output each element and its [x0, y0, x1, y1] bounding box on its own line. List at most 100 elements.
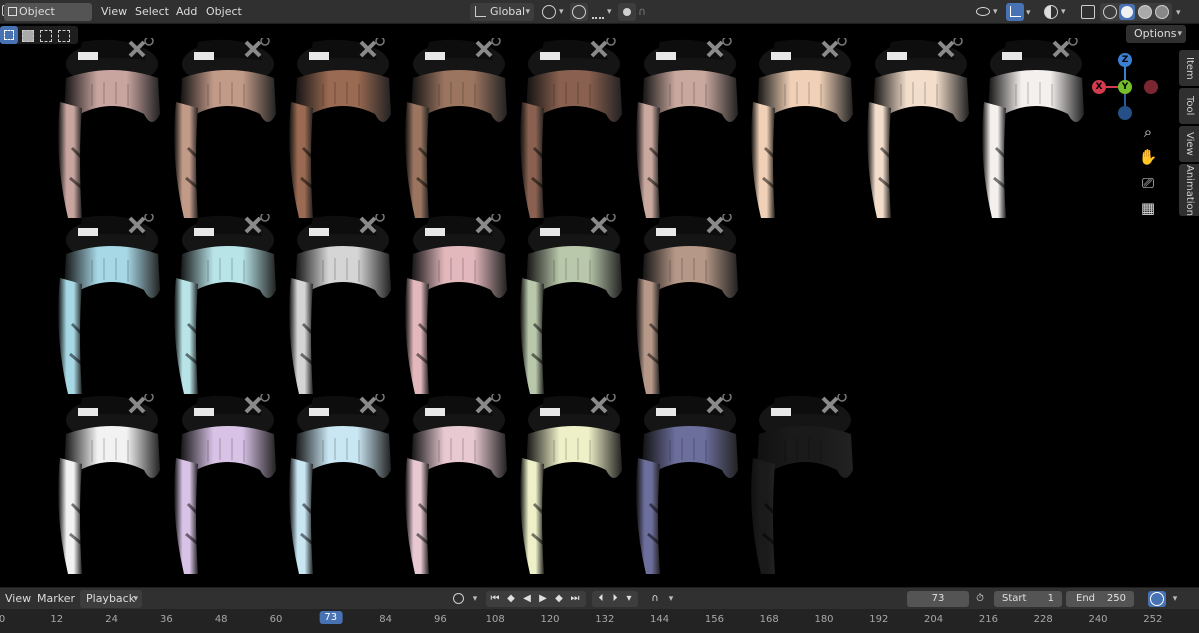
hair-model[interactable] [168, 36, 280, 220]
hair-model[interactable] [514, 36, 626, 220]
chevron-down-icon: ▾ [1026, 8, 1031, 18]
options-dropdown[interactable]: Options ▾ [1126, 25, 1186, 43]
snap-target-dropdown[interactable]: ▾ [590, 3, 616, 21]
hair-model-graphic [58, 392, 160, 574]
keying-dropdown[interactable]: ▾ [468, 592, 482, 606]
sidebar-tab-view[interactable]: View [1179, 126, 1199, 162]
stopwatch-icon[interactable]: ⏱ [973, 592, 987, 606]
timeline-menu-marker[interactable]: Marker [37, 590, 75, 608]
menu-select[interactable]: Select [135, 3, 169, 21]
play-reverse-icon[interactable]: ◀ [520, 592, 534, 606]
snap-toggle[interactable] [570, 3, 588, 21]
3d-viewport[interactable]: Options ▾ Z X Y ⌕ ✋ ⎚ ▦ Item Tool View A… [0, 24, 1199, 586]
camera-icon[interactable]: ⎚ [1137, 172, 1159, 194]
jump-start-icon[interactable]: ⏮ [488, 592, 502, 606]
wireframe-shading-icon[interactable] [1103, 5, 1117, 19]
falloff-dropdown[interactable]: ∩ [638, 3, 660, 21]
hair-model[interactable] [283, 36, 395, 220]
timeline-tick-label: 168 [759, 614, 779, 625]
timeline-ruler[interactable]: 0 12 24 36 48 60 73 84 96 108 120 132 144 156 168 180 19… [0, 609, 1199, 633]
hair-model[interactable] [745, 392, 857, 576]
gizmo-toggle[interactable] [1006, 3, 1024, 21]
hair-model[interactable] [514, 212, 626, 396]
menu-object[interactable]: Object [206, 3, 242, 21]
menu-view[interactable]: View [101, 3, 127, 21]
hair-model[interactable] [630, 392, 742, 576]
playback-dropdown[interactable]: Playback ▾ [80, 590, 142, 608]
shading-dropdown[interactable]: ▾ [1176, 3, 1186, 21]
timeline-tick-label: 216 [978, 614, 998, 625]
hair-model[interactable] [630, 36, 742, 220]
next-frame-icon[interactable]: ⏵ [608, 592, 622, 606]
start-frame-field[interactable]: Start 1 [994, 591, 1062, 607]
prev-frame-icon[interactable]: ⏴ [594, 592, 608, 606]
gizmo-dropdown[interactable]: ▾ [1026, 3, 1036, 21]
hair-model[interactable] [168, 392, 280, 576]
timeline-tick-label: 24 [105, 614, 118, 625]
hair-model[interactable] [861, 36, 973, 220]
pivot-point-button[interactable]: ▾ [540, 3, 568, 21]
select-extend-icon[interactable] [22, 30, 34, 42]
xray-toggle[interactable] [1080, 3, 1096, 21]
next-keyframe-icon[interactable]: ◆ [552, 592, 566, 606]
current-frame-field[interactable]: 73 [907, 591, 969, 607]
zoom-icon[interactable]: ⌕ [1137, 121, 1159, 143]
hair-model[interactable] [399, 392, 511, 576]
playback-label: Playback [86, 592, 136, 605]
hair-model[interactable] [976, 36, 1088, 220]
hair-model[interactable] [630, 212, 742, 396]
solid-shading-icon[interactable] [1119, 4, 1135, 20]
hair-model[interactable] [52, 392, 164, 576]
eye-icon [976, 7, 990, 16]
hand-pan-icon[interactable]: ✋ [1137, 146, 1159, 168]
material-shading-icon[interactable] [1138, 5, 1152, 19]
auto-keying-button[interactable] [452, 592, 466, 606]
hair-model-graphic [404, 392, 507, 574]
select-new-icon[interactable] [0, 26, 18, 44]
x-axis-handle[interactable]: X [1092, 80, 1106, 94]
menu-add[interactable]: Add [176, 3, 197, 21]
prev-keyframe-icon[interactable]: ◆ [504, 592, 518, 606]
hair-model[interactable] [168, 212, 280, 396]
play-icon[interactable]: ▶ [536, 592, 550, 606]
hair-model-graphic [520, 36, 622, 218]
rendered-shading-icon[interactable] [1155, 5, 1169, 19]
navigation-gizmo[interactable]: Z X Y [1090, 52, 1162, 124]
sidebar-tab-tool[interactable]: Tool [1179, 88, 1199, 124]
start-value: 1 [1047, 593, 1054, 604]
select-subtract-icon[interactable] [40, 30, 52, 42]
hair-model[interactable] [399, 36, 511, 220]
hair-model[interactable] [399, 212, 511, 396]
tab-label-animation: Animation [1184, 164, 1195, 216]
sidebar-tab-animation[interactable]: Animation [1179, 164, 1199, 216]
end-frame-field[interactable]: End 250 [1066, 591, 1134, 607]
hair-model[interactable] [283, 212, 395, 396]
hair-model[interactable] [514, 392, 626, 576]
proportional-edit-toggle[interactable] [618, 3, 636, 21]
hair-model-graphic [751, 36, 853, 218]
hair-model[interactable] [283, 392, 395, 576]
timeline-gizmo-toggle[interactable] [1148, 591, 1166, 607]
timeline-menu-view[interactable]: View [5, 590, 31, 608]
grid-icon[interactable]: ▦ [1137, 197, 1159, 219]
overlays-toggle[interactable]: ▾ [1042, 3, 1070, 21]
neg-x-axis-handle[interactable] [1144, 80, 1158, 94]
playhead-frame-indicator[interactable]: 73 [319, 611, 343, 624]
visibility-dropdown[interactable]: ▾ [974, 3, 1002, 21]
timeline-tick-label: 108 [485, 614, 505, 625]
mode-dropdown[interactable]: Object Mode ▾ [4, 3, 92, 36]
timeline-tick-label: 60 [269, 614, 283, 625]
neg-z-axis-handle[interactable] [1118, 106, 1132, 120]
y-axis-handle[interactable]: Y [1118, 80, 1132, 94]
hair-model[interactable] [745, 36, 857, 220]
z-axis-handle[interactable]: Z [1118, 53, 1132, 67]
hair-model[interactable] [52, 36, 164, 220]
frame-dropdown-icon[interactable]: ▾ [622, 592, 636, 606]
jump-end-icon[interactable]: ⏭ [568, 592, 582, 606]
snap-timeline-dropdown[interactable]: ▾ [664, 592, 678, 606]
sidebar-tab-item[interactable]: Item [1179, 50, 1199, 86]
snap-timeline-icon[interactable]: ∩ [648, 592, 662, 606]
timeline-overlay-dropdown[interactable]: ▾ [1168, 592, 1182, 606]
hair-model[interactable] [52, 212, 164, 396]
transform-orientation-dropdown[interactable]: Global ▾ [470, 3, 534, 21]
